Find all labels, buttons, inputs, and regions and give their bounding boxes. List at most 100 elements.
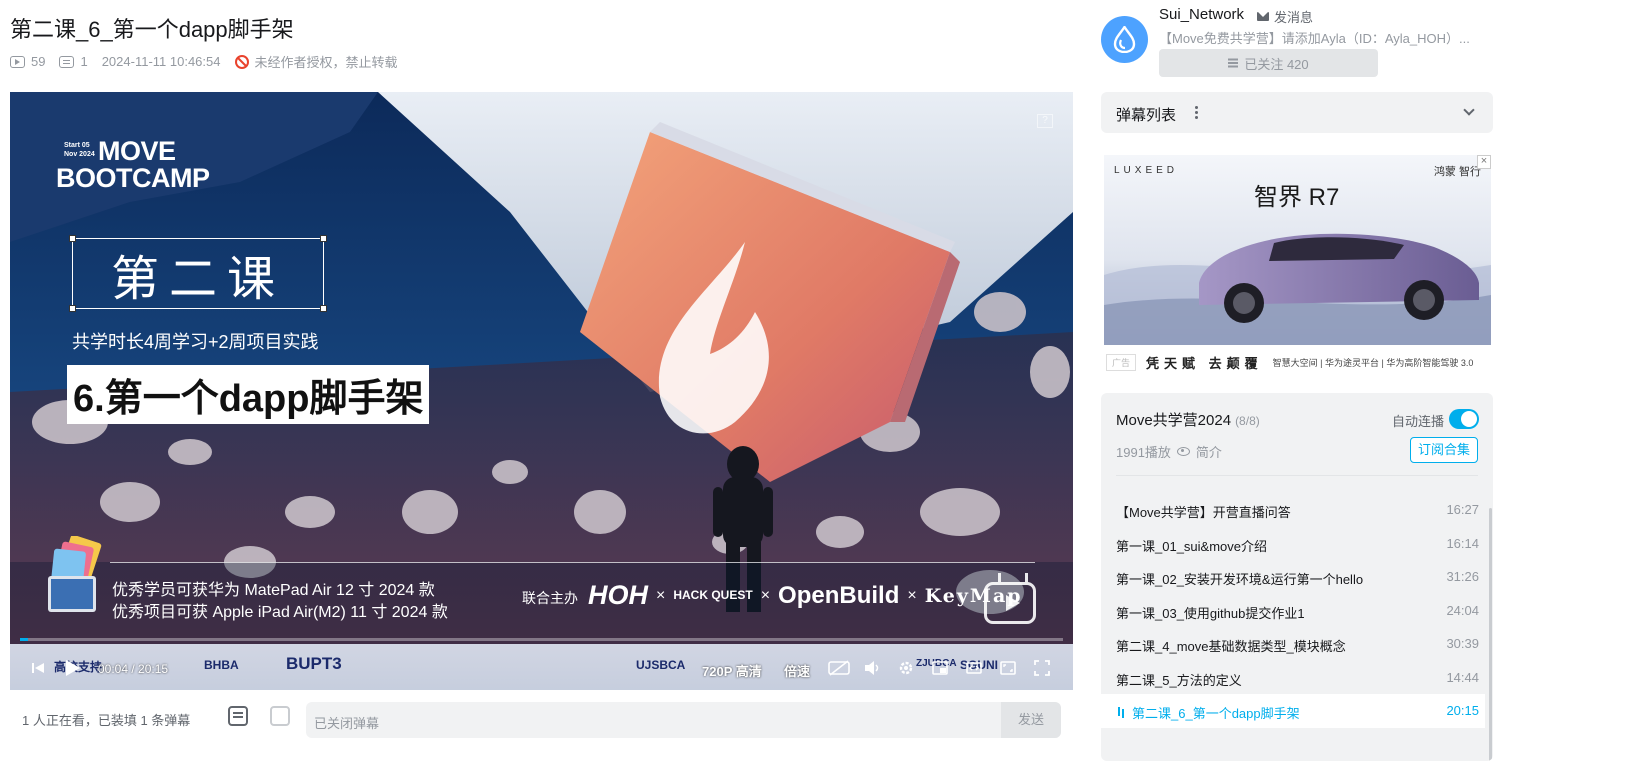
ad-model-name: 智界 R7 <box>1254 184 1340 211</box>
logo-hackquest: HACK QUEST <box>673 587 753 602</box>
fullscreen-icon[interactable] <box>1034 660 1050 676</box>
send-message-label: 发消息 <box>1274 10 1314 25</box>
cohost-logos: HOH × HACK QUEST × OpenBuild × KeyMap <box>588 580 1023 610</box>
play-count-icon <box>10 55 25 68</box>
previous-icon[interactable] <box>30 660 46 676</box>
episode-duration: 16:14 <box>1446 535 1479 551</box>
cohost-label: 联合主办 <box>522 590 578 606</box>
danmaku-input[interactable]: 已关闭弹幕 发送 <box>306 702 1061 738</box>
more-options-icon[interactable] <box>1195 106 1198 109</box>
scrollbar[interactable] <box>1489 508 1492 761</box>
send-button[interactable]: 发送 <box>1001 702 1061 738</box>
time-current: 00:04 <box>98 662 129 676</box>
video-player[interactable]: Start 05 Nov 2024 MOVE BOOTCAMP 第二课 共学时长… <box>10 92 1073 690</box>
progress-bar[interactable] <box>20 638 1063 641</box>
web-fullscreen-icon[interactable] <box>1000 660 1016 676</box>
close-icon[interactable]: × <box>1477 155 1491 169</box>
episode-item[interactable]: 第二课_6_第一个dapp脚手架 20:15 <box>1101 694 1485 728</box>
collection-panel: Move共学营2024 (8/8) 自动连播 1991播放 简介 订阅合集 【Mo… <box>1101 393 1493 761</box>
collection-intro[interactable]: 简介 <box>1196 442 1222 461</box>
play-count: 59 <box>10 54 45 69</box>
publish-time: 2024-11-11 10:46:54 <box>101 54 221 69</box>
menu-icon <box>1228 62 1239 64</box>
follow-button[interactable]: 已关注 420 <box>1159 49 1378 77</box>
video-title: 第二课_6_第一个dapp脚手架 <box>10 17 294 42</box>
episode-title: 第二课_6_第一个dapp脚手架 <box>1132 706 1300 721</box>
episode-title: 第二课_4_move基础数据类型_模块概念 <box>1116 639 1346 654</box>
ad-image: LUXEED 鸿蒙 智行 智界 R7 <box>1104 155 1491 345</box>
bootcamp-start-date: Start 05 Nov 2024 <box>64 142 95 158</box>
autoplay-toggle[interactable] <box>1449 409 1479 429</box>
play-overlay-icon[interactable] <box>984 582 1036 624</box>
settings-icon[interactable] <box>898 660 914 676</box>
episode-item[interactable]: 第二课_4_move基础数据类型_模块概念 30:39 <box>1101 627 1485 661</box>
danmaku-count-icon <box>59 55 75 68</box>
danmaku-bar: 1 人正在看，已装填 1 条弹幕 已关闭弹幕 发送 <box>10 698 1073 761</box>
video-meta: 59 1 2024-11-11 10:46:54 未经作者授权，禁止转载 <box>10 52 398 71</box>
now-playing-icon <box>1118 707 1120 716</box>
danmaku-settings-icon[interactable] <box>270 706 290 726</box>
prize-line-2: 优秀项目可获 Apple iPad Air(M2) 11 寸 2024 款 <box>112 604 448 621</box>
time-total: 20:15 <box>138 662 169 676</box>
episode-title: 第一课_03_使用github提交作业1 <box>1116 605 1305 621</box>
player-controls: 00:04 / 20:15 720P 高清 倍速 <box>10 650 1073 686</box>
play-button[interactable] <box>62 658 82 678</box>
danmaku-toggle-icon[interactable] <box>228 706 248 726</box>
mail-icon <box>1257 12 1269 21</box>
episode-duration: 30:39 <box>1446 636 1479 651</box>
logo-hoh: HOH <box>588 580 648 610</box>
advertisement[interactable]: LUXEED 鸿蒙 智行 智界 R7 × 广告 凭天赋 去颠覆 智慧大空间 | … <box>1104 155 1491 377</box>
volume-icon[interactable] <box>864 660 880 676</box>
ad-tag: 广告 <box>1106 353 1137 371</box>
divider <box>1116 475 1478 476</box>
danmaku-count: 1 <box>59 54 88 69</box>
tablet-illustration <box>48 536 102 612</box>
sui-drop-icon <box>1113 26 1136 53</box>
episode-title: 第一课_01_sui&move介绍 <box>1116 538 1267 554</box>
danmaku-list-panel[interactable]: 弹幕列表 <box>1101 92 1493 133</box>
widescreen-icon[interactable] <box>966 660 982 676</box>
episode-item[interactable]: 【Move共学营】开营直播问答 16:27 <box>1101 493 1485 527</box>
picture-in-picture-icon[interactable] <box>932 660 948 676</box>
subtitle-off-icon[interactable] <box>828 660 850 676</box>
collection-name: Move共学营2024 <box>1116 412 1232 429</box>
viewer-count: 1 人正在看，已装填 1 条弹幕 <box>22 713 191 728</box>
episode-item[interactable]: 第一课_03_使用github提交作业1 24:04 <box>1101 594 1485 628</box>
episode-duration: 14:44 <box>1446 669 1479 685</box>
help-icon[interactable]: ? <box>1037 114 1053 128</box>
follow-label: 已关注 420 <box>1244 56 1309 72</box>
send-message-link[interactable]: 发消息 <box>1257 7 1313 26</box>
prize-line-1: 优秀学员可获华为 MatePad Air 12 寸 2024 款 <box>112 582 435 599</box>
episode-list: 【Move共学营】开营直播问答 16:27 第一课_01_sui&move介绍 16:… <box>1101 493 1493 728</box>
speed-button[interactable]: 倍速 <box>784 661 810 680</box>
episode-item[interactable]: 第一课_02_安装开发环境&运行第一个hello 31:26 <box>1101 560 1485 594</box>
episode-duration: 31:26 <box>1446 569 1479 584</box>
ad-headline: 凭天赋 去颠覆 <box>1146 355 1263 371</box>
episode-title: 第二课_5_方法的定义 <box>1116 672 1242 688</box>
episode-duration: 16:27 <box>1446 502 1479 517</box>
lesson-title: 第二课 <box>110 252 285 306</box>
episode-item[interactable]: 第一课_01_sui&move介绍 16:14 <box>1101 527 1485 561</box>
uploader-name[interactable]: Sui_Network <box>1159 6 1244 23</box>
move-bootcamp-logo: Start 05 Nov 2024 MOVE BOOTCAMP <box>56 138 210 192</box>
chevron-down-icon[interactable] <box>1463 104 1475 116</box>
play-count-value: 59 <box>31 54 46 69</box>
ad-brand-wordmark: LUXEED <box>1114 165 1179 176</box>
divider-line <box>110 562 1035 563</box>
episode-title: 【Move共学营】开营直播问答 <box>1116 505 1291 520</box>
subscribe-collection-button[interactable]: 订阅合集 <box>1410 437 1478 463</box>
episode-title: 第一课_02_安装开发环境&运行第一个hello <box>1116 572 1364 587</box>
lesson-subtitle: 共学时长4周学习+2周项目实践 <box>72 332 319 352</box>
episode-item[interactable]: 第二课_5_方法的定义 14:44 <box>1101 661 1485 695</box>
danmaku-input-placeholder: 已关闭弹幕 <box>314 716 380 731</box>
ad-partner-logo: 鸿蒙 智行 <box>1433 166 1481 178</box>
lesson-title-box: 第二课 <box>69 235 327 312</box>
ad-footer: 广告 凭天赋 去颠覆 智慧大空间 | 华为途灵平台 | 华为高阶智能驾驶 3.0 <box>1104 350 1491 374</box>
collection-title[interactable]: Move共学营2024 (8/8) <box>1116 409 1260 430</box>
collection-plays: 1991播放 <box>1116 445 1171 460</box>
uploader-avatar[interactable] <box>1101 16 1148 63</box>
eye-icon <box>1176 447 1190 456</box>
quality-button[interactable]: 720P 高清 <box>702 661 762 680</box>
danmaku-list-title: 弹幕列表 <box>1116 107 1177 124</box>
brand-line-2: BOOTCAMP <box>56 163 210 193</box>
